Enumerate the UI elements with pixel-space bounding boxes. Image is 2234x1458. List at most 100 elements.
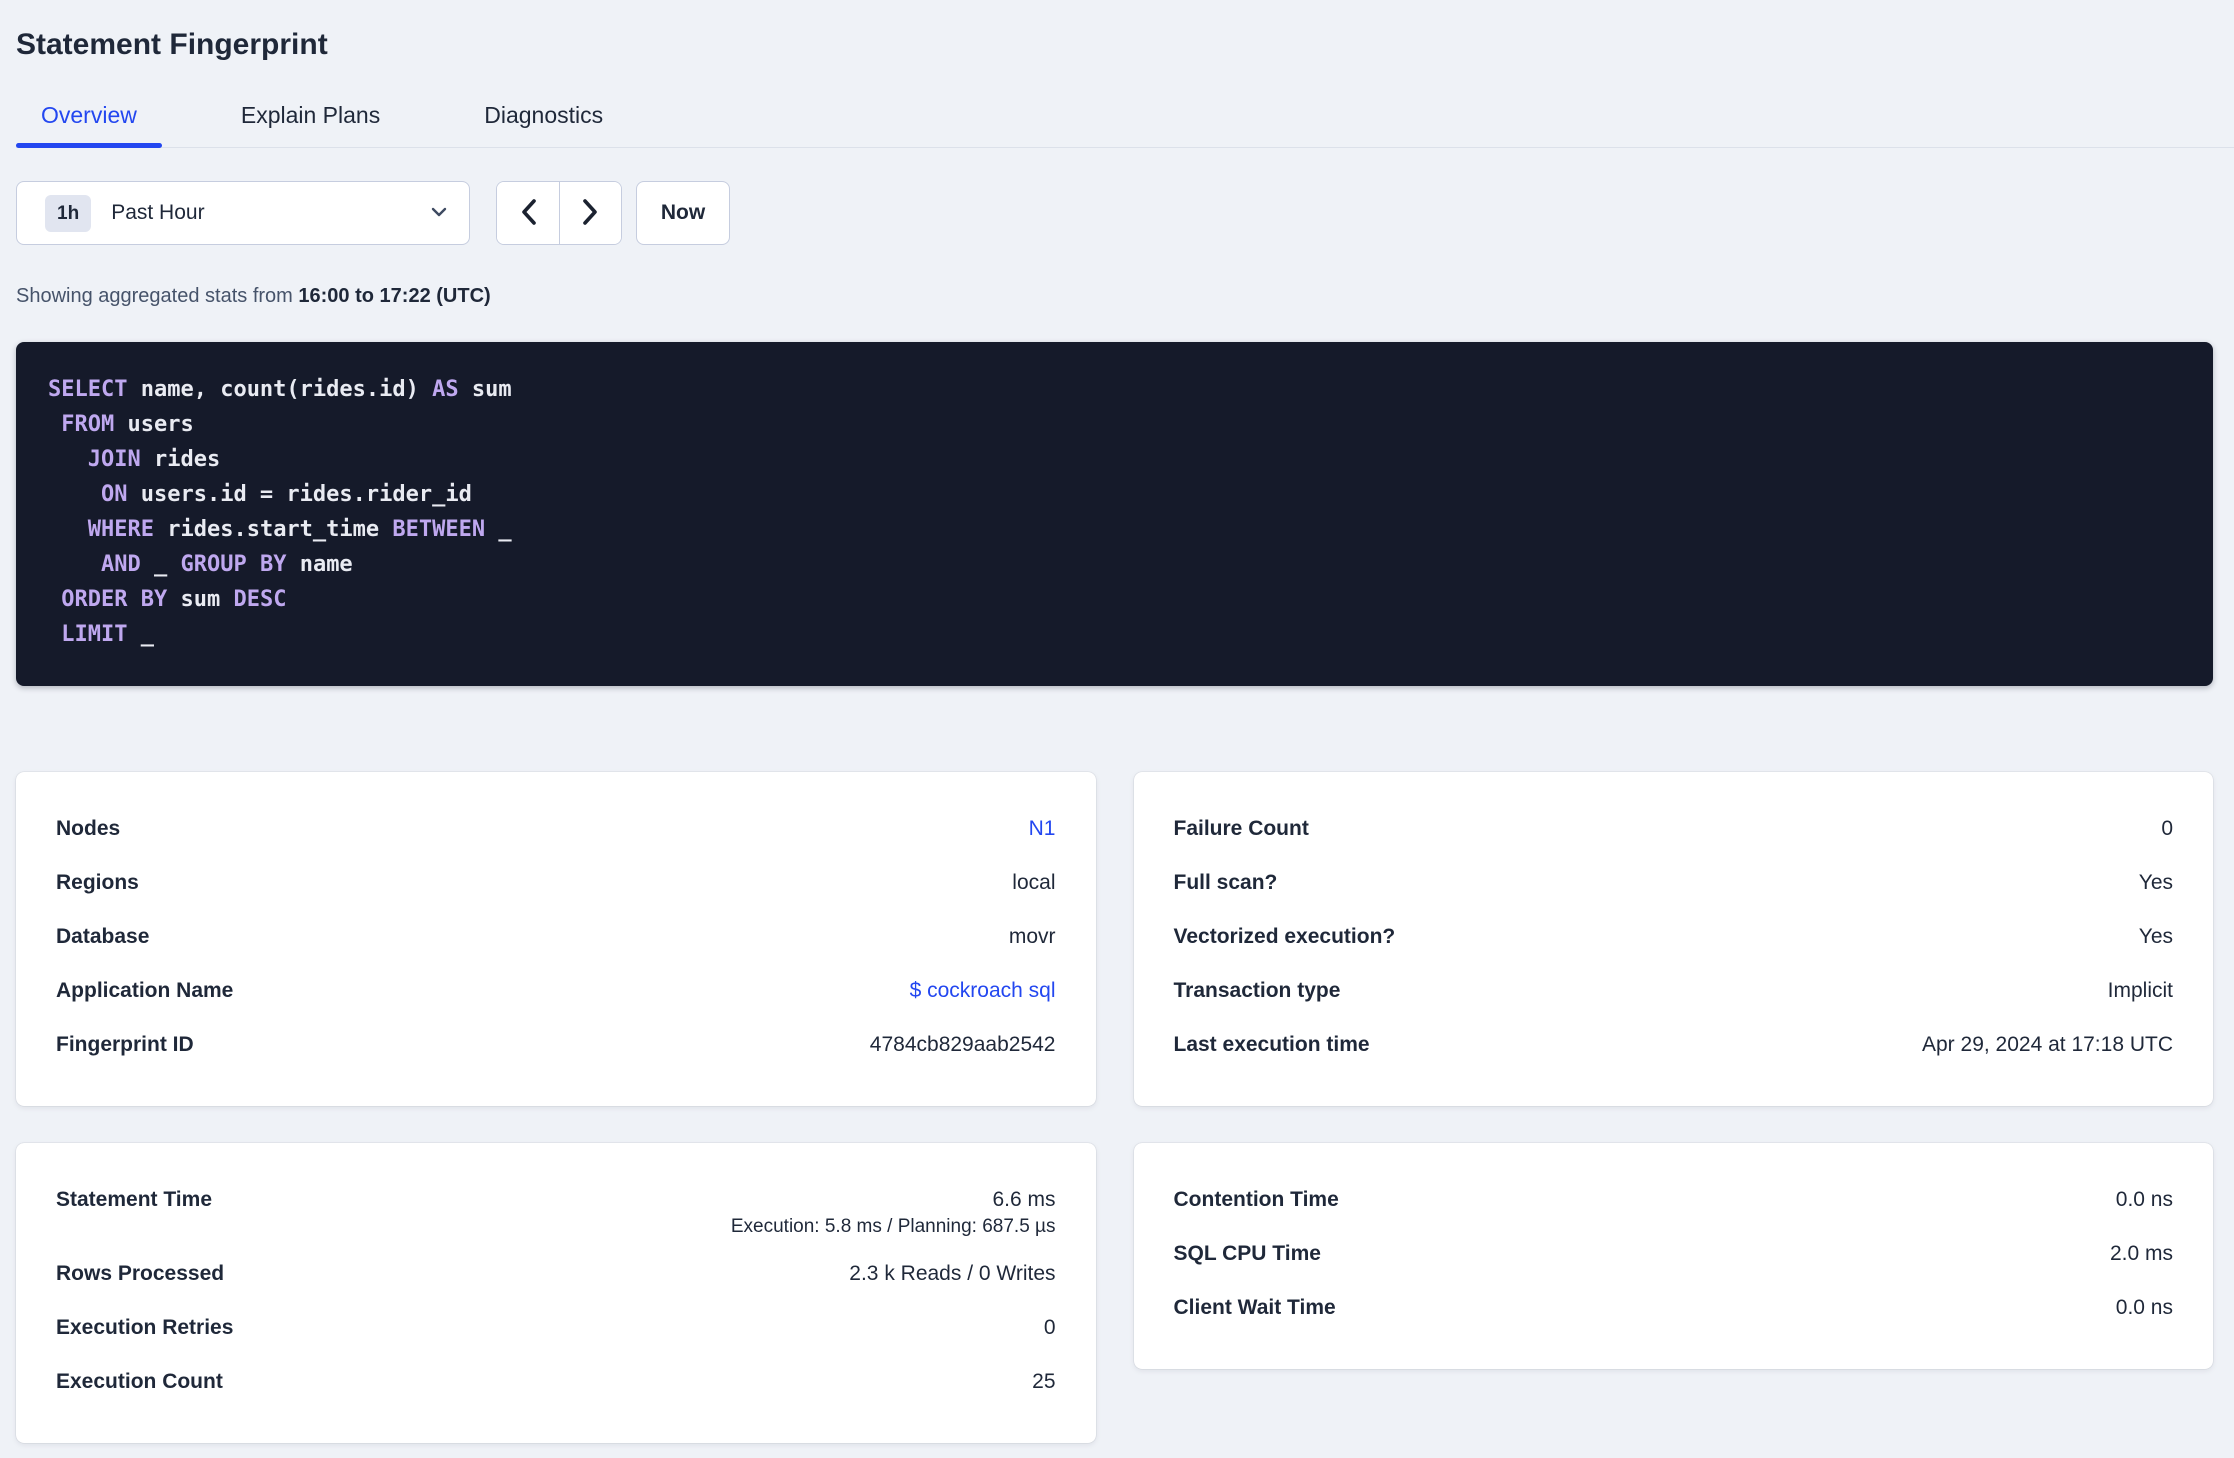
row-value: Apr 29, 2024 at 17:18 UTC [1922,1033,2173,1056]
row-value: 6.6 ms [992,1188,1056,1211]
sql-keyword: BETWEEN [392,517,486,542]
row-value: 0 [2161,817,2173,840]
row-value: 0.0 ns [2115,1296,2173,1319]
row-label: Database [56,925,150,948]
chevron-down-icon [431,204,447,222]
sql-keyword: FROM [61,412,115,437]
sql-keyword: LIMIT [61,622,128,647]
aggregation-range-prefix: Showing aggregated stats from [16,285,299,307]
detail-row: Regions local [56,856,1056,910]
time-controls: 1h Past Hour Now [16,181,2213,245]
detail-row: Nodes N1 [56,802,1056,856]
row-label: Application Name [56,979,234,1002]
sql-keyword: DESC [233,587,287,612]
row-value: 25 [1032,1370,1056,1393]
time-next-button[interactable] [559,182,621,244]
row-label: Client Wait Time [1173,1296,1336,1319]
detail-row: Rows Processed 2.3 k Reads / 0 Writes [56,1247,1056,1301]
detail-row: Vectorized execution? Yes [1174,910,2174,964]
row-value: Yes [2138,925,2173,948]
row-value: Yes [2138,871,2173,894]
statement-stats-card: Statement Time 6.6 ms Execution: 5.8 ms / … [16,1143,1096,1443]
row-label: Vectorized execution? [1173,925,1396,948]
sql-keyword: AND [100,552,141,577]
time-range-select[interactable]: 1h Past Hour [16,181,470,245]
detail-row: Statement Time 6.6 ms Execution: 5.8 ms / … [56,1173,1056,1247]
aggregation-range-value: 16:00 to 17:22 (UTC) [298,285,491,307]
detail-row: Contention Time 0.0 ns [1174,1173,2174,1227]
row-label: Last execution time [1173,1033,1370,1056]
time-stats-card: Contention Time 0.0 ns SQL CPU Time 2.0 ms C… [1133,1143,2213,1369]
statement-fingerprint-page: Statement Fingerprint Overview Explain P… [0,0,2234,1458]
sql-text: sum [167,587,234,612]
sql-keyword: JOIN [87,447,141,472]
sql-text: name [286,552,353,577]
row-value: Implicit [2107,979,2173,1002]
sql-text: rides [140,447,221,472]
detail-row: Failure Count 0 [1174,802,2174,856]
sql-statement: SELECT name, count(rides.id) AS sum FROM… [48,372,2181,652]
row-value: local [1012,871,1056,894]
row-label: Nodes [56,817,121,840]
row-label: Execution Count [56,1370,223,1393]
row-label: Statement Time [56,1188,212,1211]
time-range-label: Past Hour [111,201,205,224]
sql-statement-box: SELECT name, count(rides.id) AS sum FROM… [16,342,2213,686]
chevron-right-icon [583,198,598,228]
sql-text: _ [485,517,512,542]
row-value-link[interactable]: N1 [1029,817,1056,841]
row-value: 2.3 k Reads / 0 Writes [849,1262,1056,1285]
sql-keyword: SELECT [48,377,128,402]
sql-keyword: AS [432,377,459,402]
row-label: Failure Count [1173,817,1309,840]
row-value: movr [1008,925,1056,948]
detail-row: Execution Count 25 [56,1355,1056,1409]
sql-text: _ [127,622,154,647]
row-value: 0.0 ns [2115,1188,2173,1211]
sql-text: name, count(rides.id) [127,377,433,402]
row-label: Contention Time [1173,1188,1339,1211]
tab-overview[interactable]: Overview [16,102,162,148]
row-subvalue: Execution: 5.8 ms / Planning: 687.5 µs [730,1216,1056,1237]
sql-keyword: ON [100,482,128,507]
row-value: 4784cb829aab2542 [869,1033,1056,1056]
detail-row: Fingerprint ID 4784cb829aab2542 [56,1018,1056,1072]
row-label: Full scan? [1173,871,1278,894]
row-label: Rows Processed [56,1262,225,1285]
now-button[interactable]: Now [636,181,730,245]
row-label: Transaction type [1173,979,1341,1002]
sql-text: users.id = rides.rider_id [127,482,472,507]
detail-row: Last execution time Apr 29, 2024 at 17:18… [1174,1018,2174,1072]
detail-row: SQL CPU Time 2.0 ms [1174,1227,2174,1281]
sql-text: users [114,412,194,437]
row-value: 0 [1043,1316,1056,1339]
chevron-left-icon [521,198,536,228]
tab-diagnostics[interactable]: Diagnostics [459,102,628,147]
detail-row: Database movr [56,910,1056,964]
row-value-link[interactable]: $ cockroach sql [910,979,1056,1003]
stats-cards-row: Statement Time 6.6 ms Execution: 5.8 ms / … [16,1143,2213,1443]
row-label: Fingerprint ID [56,1033,194,1056]
details-cards-row: Nodes N1 Regions local Database movr Applicati… [16,772,2213,1106]
sql-text: _ [140,552,181,577]
execution-details-card: Failure Count 0 Full scan? Yes Vectorized ex… [1133,772,2213,1106]
detail-row: Execution Retries 0 [56,1301,1056,1355]
detail-row: Transaction type Implicit [1174,964,2174,1018]
row-label: Execution Retries [56,1316,234,1339]
row-label: SQL CPU Time [1173,1242,1321,1265]
row-label: Regions [56,871,139,894]
time-interval-badge: 1h [45,194,92,232]
tab-bar: Overview Explain Plans Diagnostics [16,102,2234,148]
time-prev-button[interactable] [497,182,559,244]
row-value: 2.0 ms [2109,1242,2173,1265]
tab-explain-plans[interactable]: Explain Plans [216,102,405,147]
aggregation-range-text: Showing aggregated stats from 16:00 to 1… [16,285,2218,308]
detail-row: Client Wait Time 0.0 ns [1174,1281,2174,1335]
sql-keyword: WHERE [87,517,154,542]
detail-row: Full scan? Yes [1174,856,2174,910]
